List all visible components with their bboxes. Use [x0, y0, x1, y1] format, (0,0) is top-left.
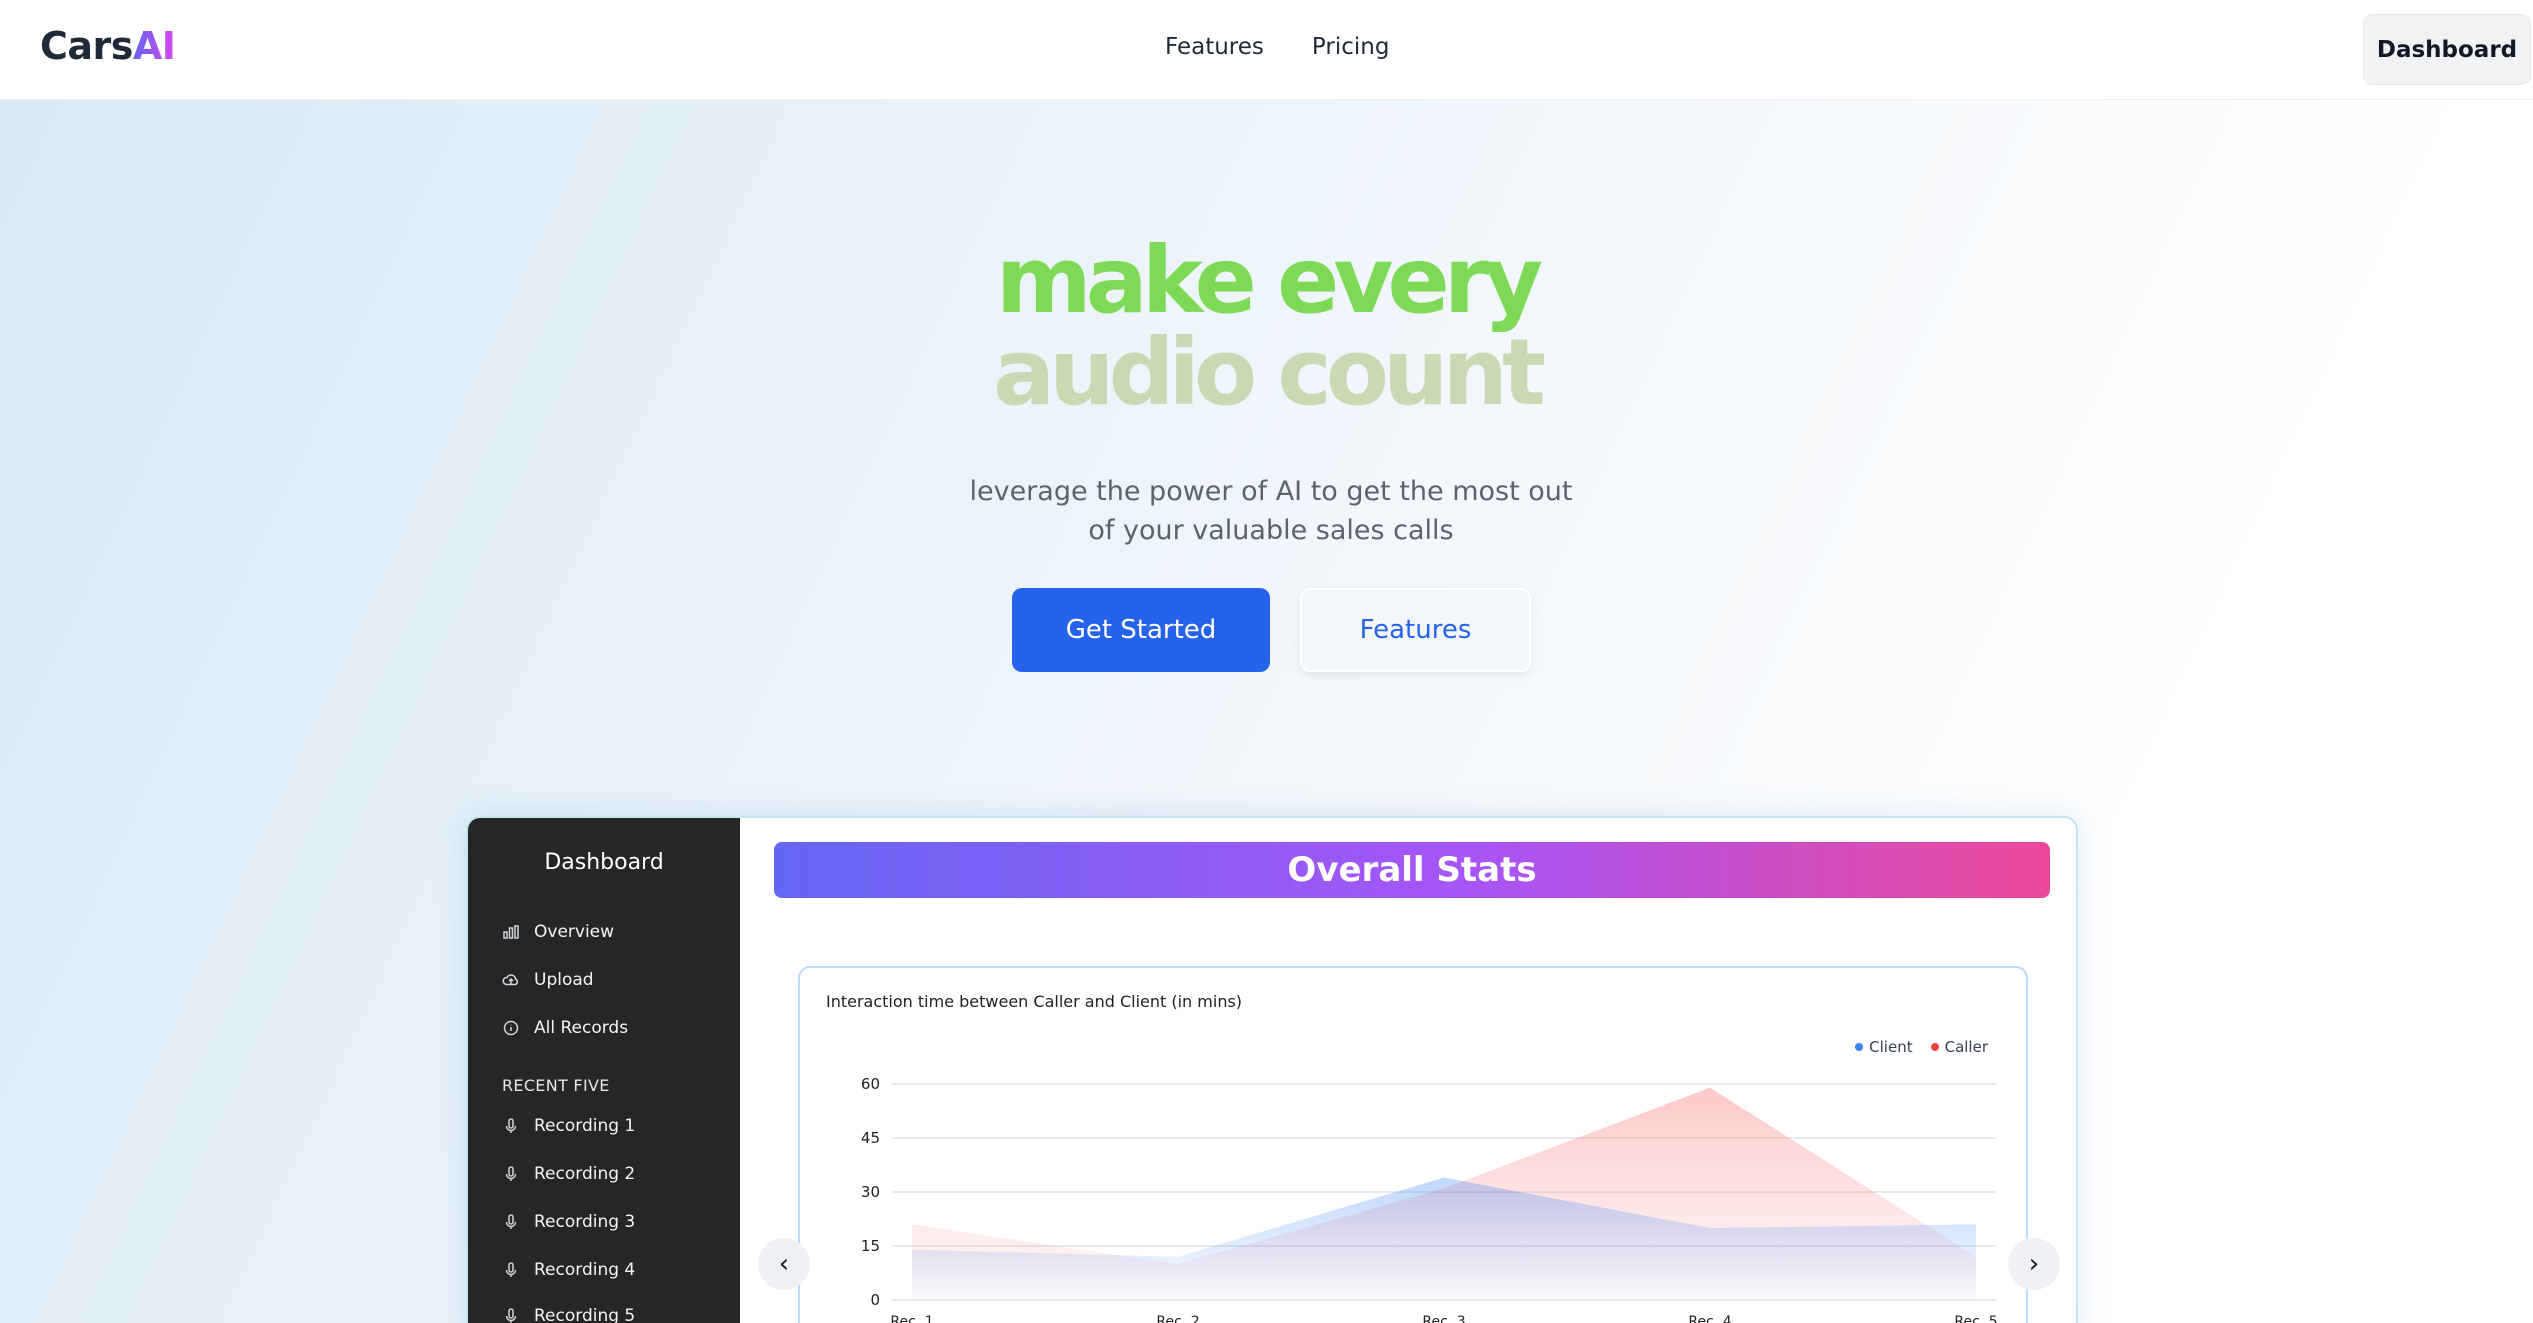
sidebar-item-recording-5[interactable]: Recording 5 — [502, 1306, 635, 1323]
microphone-icon — [505, 1166, 517, 1181]
recording-label: Recording 1 — [534, 1116, 636, 1136]
sidebar-item-label: All Records — [534, 1018, 629, 1038]
hero-subtitle: leverage the power of AI to get the most… — [969, 476, 1573, 546]
sidebar-title: Dashboard — [544, 850, 664, 875]
overall-stats-banner: Overall Stats — [774, 842, 2050, 898]
brand-logo[interactable]: CarsAI — [40, 24, 176, 68]
hero-section: make every audio count leverage the powe… — [0, 100, 2533, 1323]
hero-headline: make every audio count — [0, 235, 2533, 419]
chevron-left-icon: ‹ — [778, 1249, 790, 1279]
sidebar-item-upload[interactable]: Upload — [502, 970, 594, 990]
get-started-button[interactable]: Get Started — [1012, 588, 1270, 672]
chart-prev-button[interactable]: ‹ — [758, 1238, 810, 1290]
x-tick-label: Rec. 4 — [1688, 1314, 1731, 1323]
x-tick-label: Rec. 2 — [1156, 1314, 1199, 1323]
cloud-upload-icon — [502, 974, 518, 986]
preview-sidebar: Dashboard Overview Upload All Records RE… — [468, 818, 740, 1323]
y-tick-label: 15 — [861, 1237, 880, 1255]
interaction-chart-card: Interaction time between Caller and Clie… — [798, 966, 2028, 1323]
info-circle-icon — [503, 1020, 519, 1036]
sidebar-item-label: Upload — [534, 970, 594, 990]
y-tick-label: 60 — [861, 1075, 880, 1093]
nav-links: Features Pricing — [1165, 34, 1389, 60]
chevron-right-icon: › — [2028, 1249, 2040, 1279]
sidebar-item-label: Overview — [534, 922, 615, 942]
x-tick-label: Rec. 3 — [1422, 1314, 1465, 1323]
y-tick-label: 45 — [861, 1129, 880, 1147]
microphone-icon — [505, 1214, 517, 1229]
x-tick-label: Rec. 5 — [1954, 1314, 1997, 1323]
recording-label: Recording 5 — [534, 1306, 636, 1323]
dashboard-preview: Dashboard Overview Upload All Records RE… — [466, 816, 2078, 1323]
brand-logo-part1: Cars — [40, 24, 133, 68]
y-tick-label: 30 — [861, 1183, 880, 1201]
microphone-icon — [505, 1308, 517, 1323]
recent-five-heading: RECENT FIVE — [502, 1076, 610, 1095]
nav-link-features[interactable]: Features — [1165, 34, 1264, 60]
dashboard-button[interactable]: Dashboard — [2363, 14, 2531, 85]
sidebar-item-recording-4[interactable]: Recording 4 — [502, 1260, 635, 1280]
sidebar-item-overview[interactable]: Overview — [502, 922, 614, 942]
recording-label: Recording 4 — [534, 1260, 636, 1280]
top-navbar: CarsAI Features Pricing Dashboard — [0, 0, 2533, 100]
brand-logo-part2: AI — [132, 24, 176, 68]
chart-next-button[interactable]: › — [2008, 1238, 2060, 1290]
recording-label: Recording 2 — [534, 1164, 636, 1184]
sidebar-item-all-records[interactable]: All Records — [502, 1018, 628, 1038]
x-tick-label: Rec. 1 — [890, 1314, 933, 1323]
nav-link-pricing[interactable]: Pricing — [1312, 34, 1390, 60]
features-button[interactable]: Features — [1300, 588, 1531, 672]
interaction-area-chart: 0 15 30 45 60 Rec. 1 Rec. 2 Rec. 3 Rec. 4 Rec. 5 — [861, 1075, 1998, 1323]
sidebar-item-recording-1[interactable]: Recording 1 — [502, 1116, 635, 1136]
recording-label: Recording 3 — [534, 1212, 636, 1232]
hero-headline-line2: audio count — [993, 319, 1546, 426]
y-tick-label: 0 — [870, 1291, 880, 1309]
hero-headline-line1: make every — [995, 227, 1543, 334]
microphone-icon — [505, 1118, 517, 1133]
microphone-icon — [505, 1262, 517, 1277]
sidebar-item-recording-3[interactable]: Recording 3 — [502, 1212, 635, 1232]
bar-chart-icon — [503, 925, 519, 939]
sidebar-item-recording-2[interactable]: Recording 2 — [502, 1164, 635, 1184]
